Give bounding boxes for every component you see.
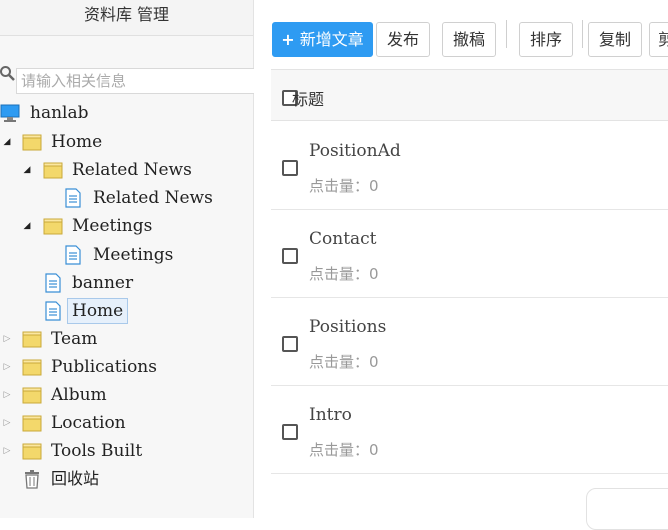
document-icon: [65, 188, 81, 208]
tree-node-label: Location: [51, 413, 126, 433]
search-bar: [0, 65, 254, 95]
row-checkbox[interactable]: [282, 160, 298, 176]
sidebar: 资料库 管理 hanlab ◢ Home: [0, 0, 254, 518]
folder-icon: [22, 331, 42, 348]
cut-button[interactable]: 剪: [649, 22, 668, 57]
folder-icon: [22, 415, 42, 432]
table-row[interactable]: Positions 点击量：0: [271, 298, 668, 386]
monitor-icon: [0, 104, 20, 122]
row-title[interactable]: Intro: [309, 405, 352, 425]
row-clicks: 点击量：0: [309, 265, 379, 283]
sort-button[interactable]: 排序: [519, 22, 573, 57]
withdraw-button[interactable]: 撤稿: [442, 22, 496, 57]
toolbar-divider: [582, 20, 583, 48]
pagination-box: [586, 488, 668, 530]
collapsed-arrow-icon[interactable]: ▷: [2, 325, 12, 353]
folder-icon: [43, 162, 63, 179]
collapsed-arrow-icon[interactable]: ▷: [2, 409, 12, 437]
tree-node-label: Home: [51, 132, 103, 152]
row-title[interactable]: Contact: [309, 229, 377, 249]
plus-icon: +: [281, 30, 295, 49]
row-title[interactable]: PositionAd: [309, 141, 401, 161]
publish-button[interactable]: 发布: [376, 22, 430, 57]
row-checkbox[interactable]: [282, 248, 298, 264]
row-clicks: 点击量：0: [309, 177, 379, 195]
expanded-arrow-icon[interactable]: ◢: [22, 156, 32, 184]
column-header-title: 标题: [292, 90, 325, 109]
tree-node-label: Related News: [72, 160, 192, 180]
table-row[interactable]: Intro 点击量：0: [271, 386, 668, 474]
tree-node-label: Home: [67, 298, 129, 324]
grid-header: [271, 69, 668, 121]
tree-node-label: banner: [72, 273, 134, 293]
document-icon: [45, 301, 61, 321]
row-title[interactable]: Positions: [309, 317, 386, 337]
tree-node-label: Meetings: [72, 216, 153, 236]
sidebar-title: 资料库 管理: [0, 0, 253, 36]
add-article-label: 新增文章: [299, 30, 364, 49]
tree-node-label: Album: [51, 385, 107, 405]
add-article-button[interactable]: + 新增文章: [272, 22, 373, 57]
collapsed-arrow-icon[interactable]: ▷: [2, 381, 12, 409]
tree-node-label: Publications: [51, 357, 157, 377]
tree-node-label: Tools Built: [51, 441, 143, 461]
table-row[interactable]: Contact 点击量：0: [271, 210, 668, 298]
row-checkbox[interactable]: [282, 424, 298, 440]
toolbar-divider: [506, 20, 507, 48]
collapsed-arrow-icon[interactable]: ▷: [2, 437, 12, 465]
copy-button[interactable]: 复制: [588, 22, 642, 57]
folder-icon: [22, 387, 42, 404]
collapsed-arrow-icon[interactable]: ▷: [2, 353, 12, 381]
table-row[interactable]: PositionAd 点击量：0: [271, 122, 668, 210]
folder-icon: [22, 134, 42, 151]
search-icon[interactable]: [0, 65, 16, 85]
tree-node-label: Team: [51, 329, 98, 349]
tree-node-label: Meetings: [93, 245, 174, 265]
folder-icon: [43, 218, 63, 235]
tree-node-label: hanlab: [30, 103, 89, 123]
document-icon: [45, 273, 61, 293]
folder-icon: [22, 359, 42, 376]
trash-icon: [25, 470, 39, 489]
expanded-arrow-icon[interactable]: ◢: [22, 212, 32, 240]
row-clicks: 点击量：0: [309, 353, 379, 371]
tree-node-label: Related News: [93, 188, 213, 208]
document-icon: [65, 245, 81, 265]
search-input[interactable]: [16, 68, 254, 94]
expanded-arrow-icon[interactable]: ◢: [2, 128, 12, 156]
row-clicks: 点击量：0: [309, 441, 379, 459]
folder-icon: [22, 443, 42, 460]
tree-node-label: 回收站: [51, 469, 100, 488]
row-checkbox[interactable]: [282, 336, 298, 352]
